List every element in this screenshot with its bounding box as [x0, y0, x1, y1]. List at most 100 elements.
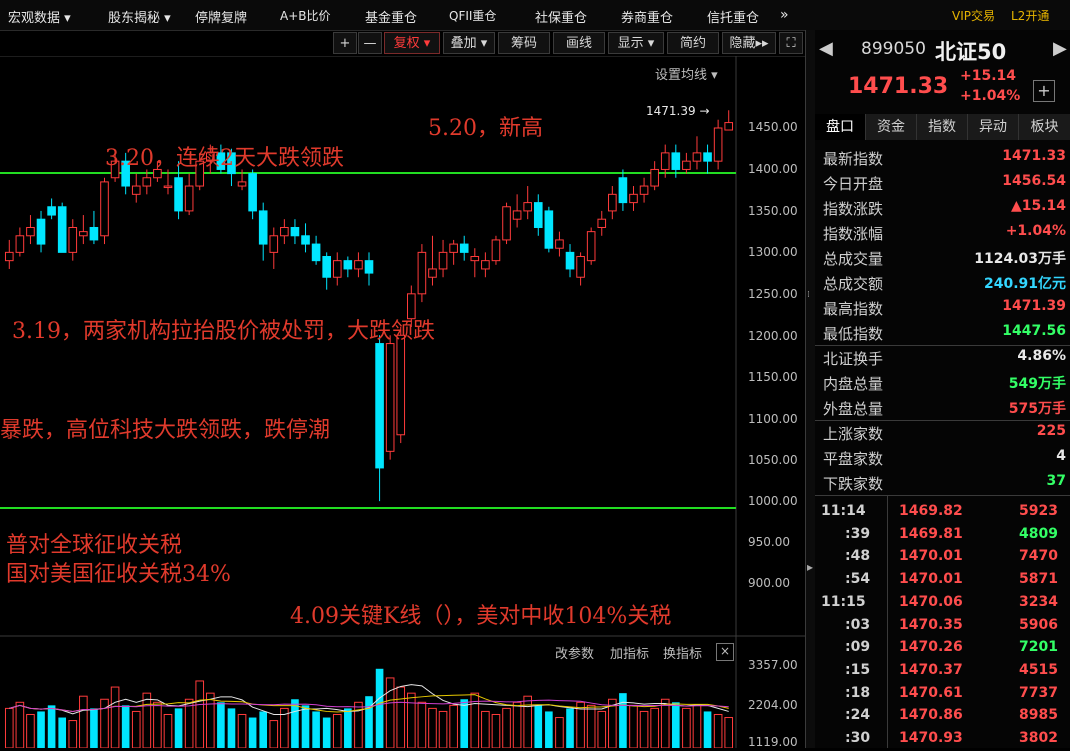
candle-body	[100, 181, 109, 237]
menu-ab-compare[interactable]: A+B比价	[280, 7, 331, 24]
add-watchlist-button[interactable]: +	[1033, 80, 1055, 102]
stat-value: 575万手	[1008, 401, 1066, 417]
tick-volume: 3802	[1019, 730, 1058, 746]
simple-mode-button[interactable]: 简约	[667, 32, 719, 54]
last-price: 1471.33	[848, 74, 949, 99]
volume-bar	[619, 693, 627, 748]
swap-indicator-button[interactable]: 换指标	[663, 643, 702, 662]
zoom-out-button[interactable]: —	[358, 32, 382, 54]
annotation-0409: 4.09关键K线（），美对中收104%关税	[290, 604, 672, 629]
volume-bar	[301, 705, 310, 748]
quote-panel: ◀ 899050 北证50 ▶ 1471.33 +15.14 +1.04% + …	[815, 30, 1070, 748]
tick-volume: 4809	[1019, 525, 1058, 542]
candle-body	[131, 185, 141, 195]
hide-button[interactable]: 隐藏▸▸	[722, 32, 776, 54]
candle-body	[449, 243, 458, 253]
stat-value: 1447.56	[1002, 323, 1066, 339]
candle-body	[57, 206, 67, 253]
volume-bar	[703, 711, 712, 748]
add-indicator-button[interactable]: 加指标	[610, 643, 649, 662]
price-axis-label: 950.00	[748, 535, 790, 549]
change-params-button[interactable]: 改参数	[555, 643, 594, 662]
volume-bar	[312, 711, 320, 748]
menu-suspension[interactable]: 停牌复牌	[195, 7, 247, 26]
volume-bar	[26, 713, 35, 748]
volume-bar	[365, 696, 373, 748]
volume-bar	[481, 710, 490, 748]
volume-bar	[110, 686, 120, 748]
tick-row: :48 1470.01 7470	[815, 546, 1070, 569]
collapse-arrow-icon[interactable]: ▸	[807, 560, 813, 574]
draw-line-button[interactable]: 画线	[553, 32, 605, 54]
candle-body	[650, 168, 659, 187]
tick-price: 1470.26	[899, 639, 963, 656]
menu-fund-holdings[interactable]: 基金重仓	[365, 7, 417, 26]
price-axis-label: 1250.00	[748, 287, 798, 301]
candle-body	[523, 202, 533, 212]
chip-button[interactable]: 筹码	[498, 32, 550, 54]
stat-value: 225	[1036, 423, 1066, 439]
candle-body	[290, 226, 300, 237]
volume-bar	[184, 698, 194, 748]
volume-bar	[449, 704, 458, 748]
annotation-0319: 3.19，两家机构拉抬股价被处罚，大跌领跌	[12, 319, 435, 344]
stat-label: 最高指数	[823, 300, 884, 318]
tick-row: :39 1469.81 4809	[815, 524, 1070, 547]
volume-bar	[344, 708, 352, 748]
l2-open-link[interactable]: L2开通	[1011, 7, 1049, 24]
volume-bar	[269, 720, 279, 748]
tick-price: 1469.82	[899, 503, 963, 519]
candle-body	[713, 127, 723, 162]
stat-label: 北证换手	[823, 350, 884, 368]
tick-row: :24 1470.86 8985	[815, 705, 1070, 728]
zoom-in-button[interactable]: +	[333, 32, 357, 54]
close-indicator-icon[interactable]: ×	[716, 643, 734, 661]
tick-time: 11:15	[821, 593, 866, 610]
tick-time: :48	[845, 548, 871, 565]
fullscreen-icon[interactable]: ⛶	[779, 32, 803, 54]
price-change: +15.14	[960, 68, 1017, 84]
candle-body	[322, 256, 331, 278]
tick-time: 11:14	[821, 503, 866, 519]
fuquan-dropdown[interactable]: 复权 ▾	[384, 32, 440, 54]
volume-bar	[322, 717, 331, 748]
tab-pankou[interactable]: 盘口	[815, 114, 866, 140]
candle-body	[26, 226, 35, 237]
candle-body	[343, 260, 353, 270]
stat-value: 37	[1046, 473, 1066, 489]
volume-bar	[217, 702, 225, 748]
volume-bar	[407, 692, 416, 748]
display-dropdown[interactable]: 显示 ▾	[608, 32, 664, 54]
candle-body	[682, 160, 691, 170]
tick-time: :18	[845, 684, 871, 701]
candle-body	[89, 226, 99, 241]
panel-splitter[interactable]: ⁞ ▸	[806, 30, 815, 748]
stat-row: 平盘家数 4	[823, 445, 1066, 470]
annotation-0320: 3.20，连续2天大跌领跌	[105, 146, 344, 171]
tick-volume: 5923	[1019, 503, 1058, 519]
volume-bar	[650, 707, 659, 748]
overlay-dropdown[interactable]: 叠加 ▾	[443, 32, 495, 54]
tab-sector[interactable]: 板块	[1019, 114, 1070, 140]
volume-bar	[460, 699, 469, 748]
volume-bar	[58, 717, 66, 748]
menu-social-security[interactable]: 社保重仓	[535, 7, 587, 26]
tick-time: :03	[845, 616, 871, 633]
menu-broker-holdings[interactable]: 券商重仓	[621, 7, 673, 26]
next-stock-icon[interactable]: ▶	[1053, 38, 1067, 59]
menu-shareholder[interactable]: 股东揭秘 ▾	[108, 7, 171, 26]
menu-trust-holdings[interactable]: 信托重仓	[707, 7, 759, 26]
stat-label: 指数涨跌	[823, 200, 884, 218]
candle-body	[301, 235, 310, 245]
prev-stock-icon[interactable]: ◀	[819, 38, 833, 59]
menu-more-icon[interactable]: »	[780, 7, 789, 23]
tab-anomaly[interactable]: 异动	[968, 114, 1019, 140]
tick-row: :18 1470.61 7737	[815, 683, 1070, 706]
tab-funds[interactable]: 资金	[866, 114, 917, 140]
tab-index[interactable]: 指数	[917, 114, 968, 140]
volume-bar	[90, 708, 98, 748]
menu-macro-data[interactable]: 宏观数据 ▾	[8, 7, 71, 26]
menu-qfii-holdings[interactable]: QFII重仓	[449, 7, 496, 24]
volume-bar	[672, 702, 680, 748]
vip-trade-link[interactable]: VIP交易	[952, 7, 995, 24]
